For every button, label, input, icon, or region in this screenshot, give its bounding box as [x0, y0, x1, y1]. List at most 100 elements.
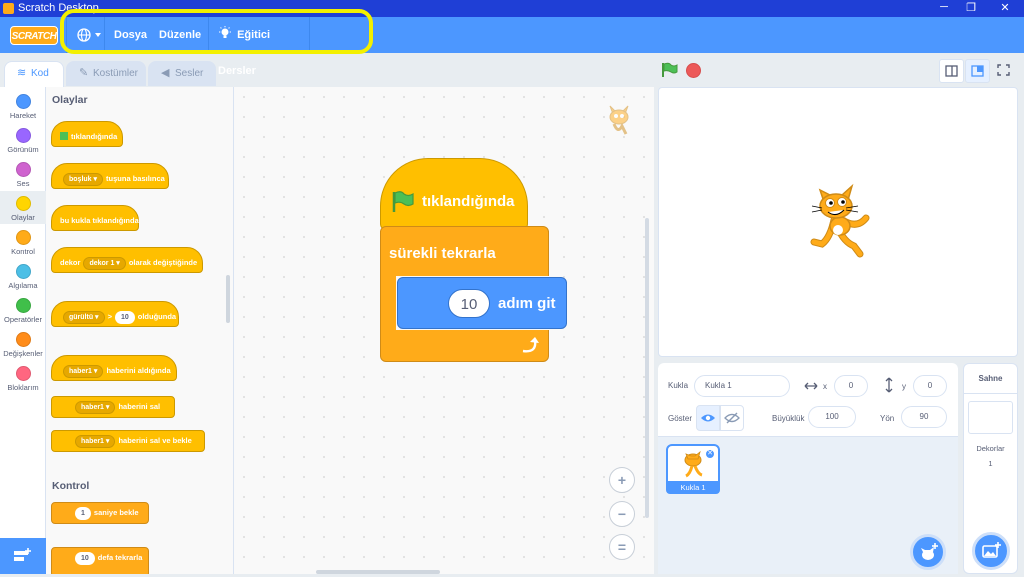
value-input[interactable]: 10 — [114, 311, 135, 324]
block-broadcast-and-wait[interactable]: haber1 ▾ haberini sal ve bekle — [51, 430, 205, 452]
category-operators[interactable]: Operatörler — [0, 293, 46, 326]
dropdown-value: dekor 1 — [89, 260, 115, 267]
sprite-cat-icon[interactable] — [800, 182, 875, 262]
direction-input[interactable]: 90 — [901, 406, 947, 428]
block-when-i-receive[interactable]: haber1 ▾ haberini aldığında — [51, 355, 177, 381]
category-dot — [15, 264, 31, 279]
sensor-dropdown[interactable]: gürültü ▾ — [63, 311, 105, 324]
backdrop-dropdown[interactable]: dekor 1 ▾ — [83, 257, 126, 270]
category-motion[interactable]: Hareket — [0, 89, 46, 122]
green-flag-icon — [392, 191, 414, 212]
category-looks[interactable]: Görünüm — [0, 123, 46, 156]
block-when-flag-clicked[interactable]: tıklandığında — [51, 121, 123, 147]
category-label: Olaylar — [11, 213, 35, 222]
block-broadcast[interactable]: haber1 ▾ haberini sal — [51, 396, 175, 418]
block-label: dekor — [60, 258, 81, 267]
stage-title: Sahne — [964, 364, 1017, 394]
category-dot — [15, 332, 31, 347]
category-myblocks[interactable]: Bloklarım — [0, 361, 46, 394]
category-variables[interactable]: Değişkenler — [0, 327, 46, 360]
zoom-out-button[interactable]: − — [609, 501, 635, 527]
canvas-vertical-scrollbar[interactable] — [645, 218, 649, 518]
category-label: Algılama — [8, 281, 38, 290]
maximize-button[interactable]: ❐ — [964, 1, 978, 14]
zoom-in-button[interactable]: + — [609, 467, 635, 493]
choose-backdrop-button[interactable] — [972, 532, 1010, 570]
y-label: y — [902, 382, 906, 391]
block-wait-seconds[interactable]: 1 saniye bekle — [51, 502, 149, 524]
extension-icon — [14, 548, 31, 561]
palette-heading-events: Olaylar — [52, 94, 88, 106]
app-icon — [3, 3, 14, 14]
loop-arrow-icon — [522, 337, 539, 353]
close-window-button[interactable]: ✕ — [998, 1, 1012, 14]
category-events[interactable]: Olaylar — [0, 191, 46, 224]
category-dot — [15, 94, 31, 109]
sprite-name-label: Kukla — [668, 381, 689, 390]
message-dropdown[interactable]: haber1 ▾ — [75, 401, 116, 414]
block-when-backdrop-switches[interactable]: dekor dekor 1 ▾ olarak değiştiğinde — [51, 247, 203, 273]
palette-scrollbar[interactable] — [226, 275, 230, 323]
category-label: Hareket — [9, 111, 37, 120]
stop-button[interactable] — [686, 63, 701, 78]
green-flag-icon — [60, 132, 68, 140]
block-label: olduğunda — [137, 312, 177, 321]
dropdown-value: haber1 — [81, 404, 104, 411]
category-label: Kontrol — [11, 247, 35, 256]
direction-label: Yön — [880, 414, 895, 423]
large-stage-button[interactable] — [965, 59, 990, 83]
tab-costumes[interactable]: ✎ Kostümler — [66, 61, 146, 86]
script-when-flag-clicked[interactable]: tıklandığında — [380, 158, 528, 230]
scratch-logo[interactable]: SCRATCH — [10, 26, 58, 45]
value-input[interactable]: 10 — [75, 552, 95, 565]
block-repeat[interactable]: 10 defa tekrarla — [51, 547, 149, 574]
script-move-steps[interactable]: 10 adım git — [397, 277, 567, 329]
key-dropdown[interactable]: boşluk ▾ — [63, 173, 104, 186]
horizontal-arrows-icon — [804, 382, 818, 390]
backdrops-count: 1 — [988, 459, 993, 468]
image-plus-icon — [982, 542, 1001, 558]
category-label: Ses — [16, 179, 30, 188]
palette-heading-control: Kontrol — [52, 480, 90, 492]
small-stage-button[interactable] — [939, 59, 964, 83]
category-label: Değişkenler — [3, 349, 43, 358]
backdrop-thumbnail[interactable] — [968, 401, 1013, 434]
message-dropdown[interactable]: haber1 ▾ — [63, 365, 104, 378]
fullscreen-button[interactable] — [992, 59, 1017, 83]
choose-sprite-button[interactable] — [910, 534, 946, 570]
delete-sprite-button[interactable]: ✕ — [705, 449, 715, 459]
fullscreen-icon — [997, 64, 1010, 76]
block-label: tıklandığında — [71, 132, 118, 141]
tab-costumes-label: Kostümler — [93, 68, 139, 79]
category-sensing[interactable]: Algılama — [0, 259, 46, 292]
category-control[interactable]: Kontrol — [0, 225, 46, 258]
dropdown-value: haber1 — [69, 368, 92, 375]
green-flag-icon[interactable] — [661, 62, 679, 78]
value-input[interactable]: 1 — [75, 507, 91, 520]
tab-code[interactable]: ≋ Kod — [4, 61, 64, 88]
steps-input[interactable]: 10 — [448, 289, 490, 318]
size-input[interactable]: 100 — [808, 406, 856, 428]
x-input[interactable]: 0 — [834, 375, 868, 397]
hide-sprite-button[interactable] — [720, 405, 744, 431]
sprite-cat-icon — [609, 105, 629, 135]
eye-icon — [701, 414, 715, 422]
message-dropdown[interactable]: haber1 ▾ — [75, 435, 116, 448]
sprite-name-input[interactable]: Kukla 1 — [694, 375, 790, 397]
category-sound[interactable]: Ses — [0, 157, 46, 190]
category-dot — [15, 128, 31, 143]
block-when-loudness-greater[interactable]: gürültü ▾ >10 olduğunda — [51, 301, 179, 327]
block-when-key-pressed[interactable]: boşluk ▾ tuşuna basılınca — [51, 163, 169, 189]
block-when-sprite-clicked[interactable]: bu kukla tıklandığında — [51, 205, 139, 231]
show-sprite-button[interactable] — [696, 405, 720, 431]
block-label: haberini aldığında — [106, 366, 171, 375]
block-label: bu kukla tıklandığında — [60, 216, 139, 225]
y-input[interactable]: 0 — [913, 375, 947, 397]
menu-highlight-annotation — [60, 9, 373, 54]
sprite-thumbnail-name: Kukla 1 — [666, 481, 720, 494]
zoom-reset-button[interactable]: = — [609, 534, 635, 560]
tab-sounds[interactable]: ◀ Sesler — [148, 61, 216, 86]
canvas-horizontal-scrollbar[interactable] — [316, 570, 440, 574]
minimize-button[interactable]: ─ — [937, 1, 951, 13]
add-extension-button[interactable] — [0, 538, 46, 574]
